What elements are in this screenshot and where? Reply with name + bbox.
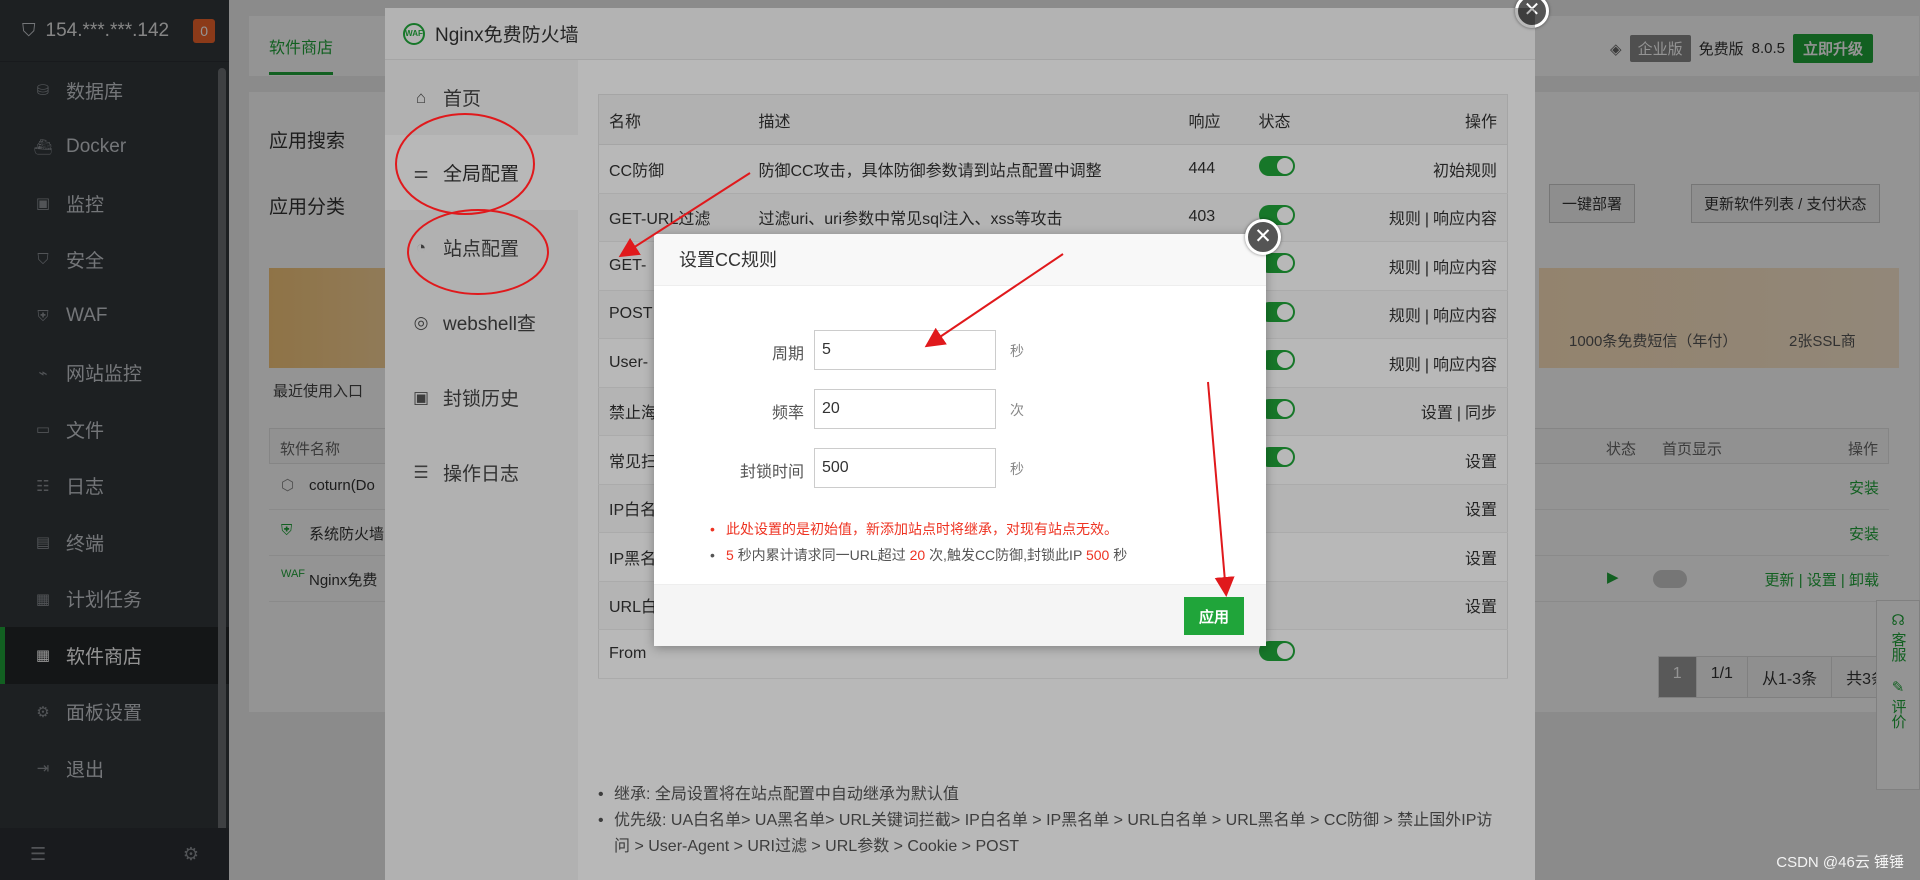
cycle-unit: 秒 — [1010, 343, 1024, 359]
cc-dialog-footer: 应用 — [654, 584, 1266, 646]
block-time-input[interactable] — [814, 448, 996, 488]
tip-block-value: 500 — [1085, 547, 1110, 563]
tip-cycle-value: 5 — [726, 547, 734, 563]
tip-initial-value: 此处设置的是初始值，新添加站点时将继承，对现有站点无效。 — [710, 516, 1127, 542]
frequency-input[interactable] — [814, 389, 996, 429]
tip-text: 次,触发CC防御,封锁此IP — [929, 547, 1083, 563]
cc-dialog-title: 设置CC规则 — [654, 234, 1266, 286]
frequency-label: 频率 — [771, 405, 804, 422]
block-time-row: 封锁时间 秒 — [654, 448, 1266, 488]
block-time-unit: 秒 — [1010, 461, 1024, 477]
frequency-unit: 次 — [1010, 402, 1024, 418]
cycle-row: 周期 秒 — [654, 330, 1266, 370]
cycle-label: 周期 — [771, 346, 804, 363]
block-time-label: 封锁时间 — [739, 464, 804, 481]
apply-button[interactable]: 应用 — [1184, 597, 1244, 635]
frequency-row: 频率 次 — [654, 389, 1266, 429]
tip-text: 秒内累计请求同一URL超过 — [737, 547, 906, 563]
tip-text: 秒 — [1113, 547, 1128, 563]
cc-rule-dialog: 设置CC规则 周期 秒 频率 次 封锁时间 秒 此处设置的是初始值，新添加站点时… — [654, 234, 1266, 646]
watermark: CSDN @46云 锤锤 — [1776, 854, 1904, 871]
tip-rule-summary: 5 秒内累计请求同一URL超过 20 次,触发CC防御,封锁此IP 500 秒 — [710, 542, 1127, 568]
tip-freq-value: 20 — [909, 547, 926, 563]
cc-tips: 此处设置的是初始值，新添加站点时将继承，对现有站点无效。 5 秒内累计请求同一U… — [710, 516, 1127, 568]
cc-close-icon[interactable]: ✕ — [1245, 219, 1281, 255]
cycle-input[interactable] — [814, 330, 996, 370]
